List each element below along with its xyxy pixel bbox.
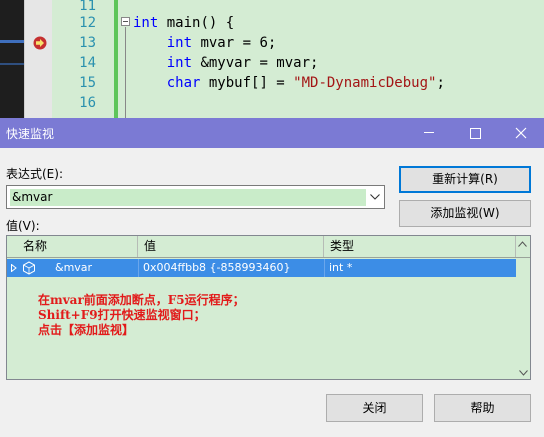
scroll-down-icon[interactable] [519, 370, 528, 376]
quick-watch-dialog: 快速监视 表达式(E): &mvar 重新计算(R) 添加监视(W) 值(V):… [0, 118, 544, 437]
add-watch-button[interactable]: 添加监视(W) [399, 200, 531, 227]
collapse-icon[interactable] [121, 17, 130, 26]
code-token: &myvar = mvar; [192, 55, 319, 71]
chevron-down-icon [370, 194, 380, 200]
line-number: 15 [79, 75, 96, 91]
breakpoint-margin[interactable] [24, 0, 52, 118]
minimize-button[interactable] [406, 118, 452, 148]
row-value-cell: 0x004ffbb8 {-858993460} [143, 261, 291, 274]
vertical-scrollbar[interactable] [516, 259, 530, 379]
code-token: main() { [158, 15, 235, 31]
expression-input[interactable]: &mvar [10, 189, 366, 206]
code-token: mvar = 6; [192, 35, 277, 51]
grid-header: 名称 值 类型 [7, 236, 530, 258]
line-number: 12 [79, 15, 96, 31]
column-header-name[interactable]: 名称 [7, 236, 138, 257]
code-token: ; [436, 75, 445, 91]
keyword-token: int [133, 15, 159, 31]
change-tracking-bar [114, 0, 118, 118]
variable-icon [23, 261, 35, 275]
column-header-value[interactable]: 值 [138, 236, 324, 257]
code-line[interactable]: int main() { [133, 15, 234, 31]
panel-accent [0, 63, 24, 65]
column-header-type[interactable]: 类型 [324, 236, 516, 257]
current-statement-arrow-icon [33, 36, 47, 50]
keyword-token: int [166, 35, 193, 51]
outline-line [125, 27, 126, 118]
line-number: 13 [79, 35, 96, 51]
expand-arrow-icon[interactable] [11, 264, 17, 272]
keyword-token: int [166, 55, 193, 71]
table-row[interactable]: &mvar 0x004ffbb8 {-858993460} int * [7, 259, 516, 277]
code-line[interactable]: int mvar = 6; [133, 35, 277, 51]
expression-dropdown-button[interactable] [366, 186, 384, 208]
column-divider [324, 259, 325, 277]
close-button[interactable]: 关闭 [326, 394, 423, 422]
expression-label: 表达式(E): [6, 167, 63, 181]
row-name-cell: &mvar [55, 261, 93, 274]
code-line[interactable]: char mybuf[] = "MD-DynamicDebug"; [133, 75, 445, 91]
recalculate-button[interactable]: 重新计算(R) [399, 166, 531, 193]
keyword-token: char [166, 75, 201, 91]
expression-combobox[interactable]: &mvar [6, 185, 385, 209]
value-label: 值(V): [6, 219, 40, 233]
close-icon [515, 127, 527, 139]
code-editor[interactable]: 11 12 int main() { 13 int mvar = 6; 14 int &… [0, 0, 544, 118]
editor-side-panel [0, 0, 24, 118]
column-divider [138, 259, 139, 277]
panel-accent [0, 40, 24, 43]
scroll-up-icon[interactable] [518, 241, 527, 247]
line-number: 16 [79, 95, 96, 111]
row-type-cell: int * [329, 261, 353, 274]
instruction-annotation: 在mvar前面添加断点，F5运行程序； Shift+F9打开快速监视窗口； 点击… [38, 293, 245, 337]
code-token: mybuf[] = [200, 75, 294, 91]
close-window-button[interactable] [498, 118, 544, 148]
maximize-button[interactable] [452, 118, 498, 148]
code-line[interactable]: int &myvar = mvar; [133, 55, 319, 71]
help-button[interactable]: 帮助 [434, 394, 531, 422]
dialog-title: 快速监视 [6, 127, 55, 141]
dialog-titlebar[interactable]: 快速监视 [0, 118, 544, 148]
line-number: 14 [79, 55, 96, 71]
line-number: 11 [79, 0, 96, 14]
value-grid[interactable]: 名称 值 类型 &mvar 0x004ffbb8 {-858993460} in… [6, 235, 531, 380]
string-token: "MD-DynamicDebug" [293, 75, 437, 91]
